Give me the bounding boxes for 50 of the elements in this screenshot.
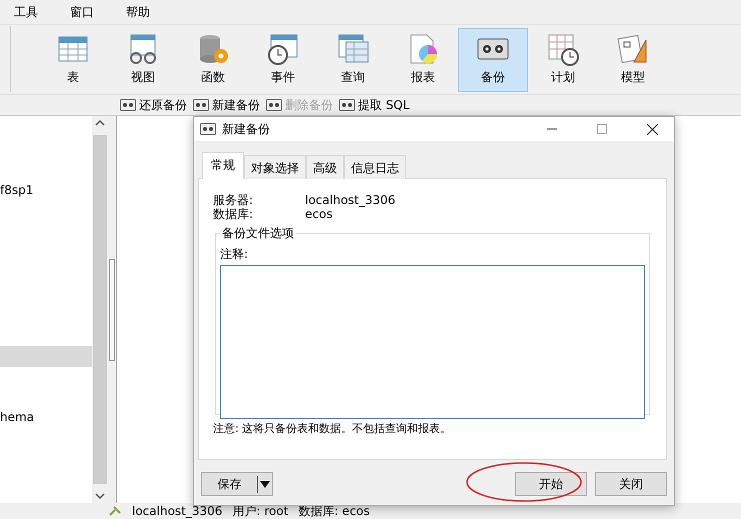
field-value: localhost_3306	[305, 193, 396, 207]
clock-window-icon	[266, 32, 300, 66]
tape-icon	[120, 99, 136, 111]
menu-item[interactable]: 帮助	[126, 4, 182, 20]
scrollbar-thumb[interactable]	[93, 135, 107, 484]
toolbar-button[interactable]: 函数	[178, 28, 248, 92]
tab[interactable]: 高级	[306, 155, 344, 179]
dialog-title: 新建备份	[222, 120, 271, 138]
action-button[interactable]: 新建备份	[193, 96, 260, 114]
status-text: 数据库: ecos	[298, 502, 370, 519]
field-label: 服务器:	[213, 193, 254, 207]
menu-item[interactable]: 窗口	[70, 4, 126, 20]
note-text: 注意: 这将只备份表和数据。不包括查询和报表。	[213, 421, 452, 436]
action-button[interactable]: 提取 SQL	[339, 96, 410, 114]
status-text: localhost_3306	[132, 504, 222, 518]
group-title: 备份文件选项	[221, 225, 295, 242]
sidebar-item[interactable]: f8sp1	[0, 180, 92, 201]
toolbar-button[interactable]: 查询	[318, 28, 388, 92]
comment-field[interactable]	[220, 265, 645, 419]
action-button[interactable]: 还原备份	[120, 96, 187, 114]
status-text: 用户: root	[232, 502, 288, 519]
scroll-up-icon[interactable]	[95, 119, 105, 127]
calendar-clock-icon	[546, 32, 580, 66]
toolbar-button[interactable]: 报表	[388, 28, 458, 92]
close-button[interactable]: 关闭	[595, 472, 667, 496]
splitter-handle[interactable]	[109, 258, 115, 360]
save-button[interactable]: 保存	[201, 472, 273, 496]
comment-label: 注释:	[220, 246, 250, 263]
tape-icon	[266, 99, 282, 111]
tape-icon	[200, 123, 216, 135]
scroll-down-icon[interactable]	[95, 492, 105, 500]
tape-icon	[193, 99, 209, 111]
tab[interactable]: 常规	[202, 152, 244, 179]
toolbar-button[interactable]: 表	[38, 28, 108, 92]
toolbar-button[interactable]: 备份	[458, 28, 528, 92]
toolbar-button[interactable]: 模型	[598, 28, 668, 92]
sidebar-item[interactable]: hema	[0, 407, 92, 428]
toolbar-button[interactable]: 事件	[248, 28, 318, 92]
caret-icon[interactable]	[258, 479, 272, 489]
menu-item[interactable]: 工具	[14, 4, 70, 20]
close-icon[interactable]	[646, 124, 658, 134]
field-value: ecos	[305, 207, 333, 221]
toolbar-button[interactable]: 视图	[108, 28, 178, 92]
start-button[interactable]: 开始	[515, 472, 587, 496]
tape-icon	[339, 99, 355, 111]
tab[interactable]: 信息日志	[344, 155, 406, 179]
plug-icon	[108, 505, 122, 517]
tab[interactable]: 对象选择	[244, 155, 306, 179]
field-label: 数据库:	[213, 207, 254, 221]
toolbar-button[interactable]: 计划	[528, 28, 598, 92]
